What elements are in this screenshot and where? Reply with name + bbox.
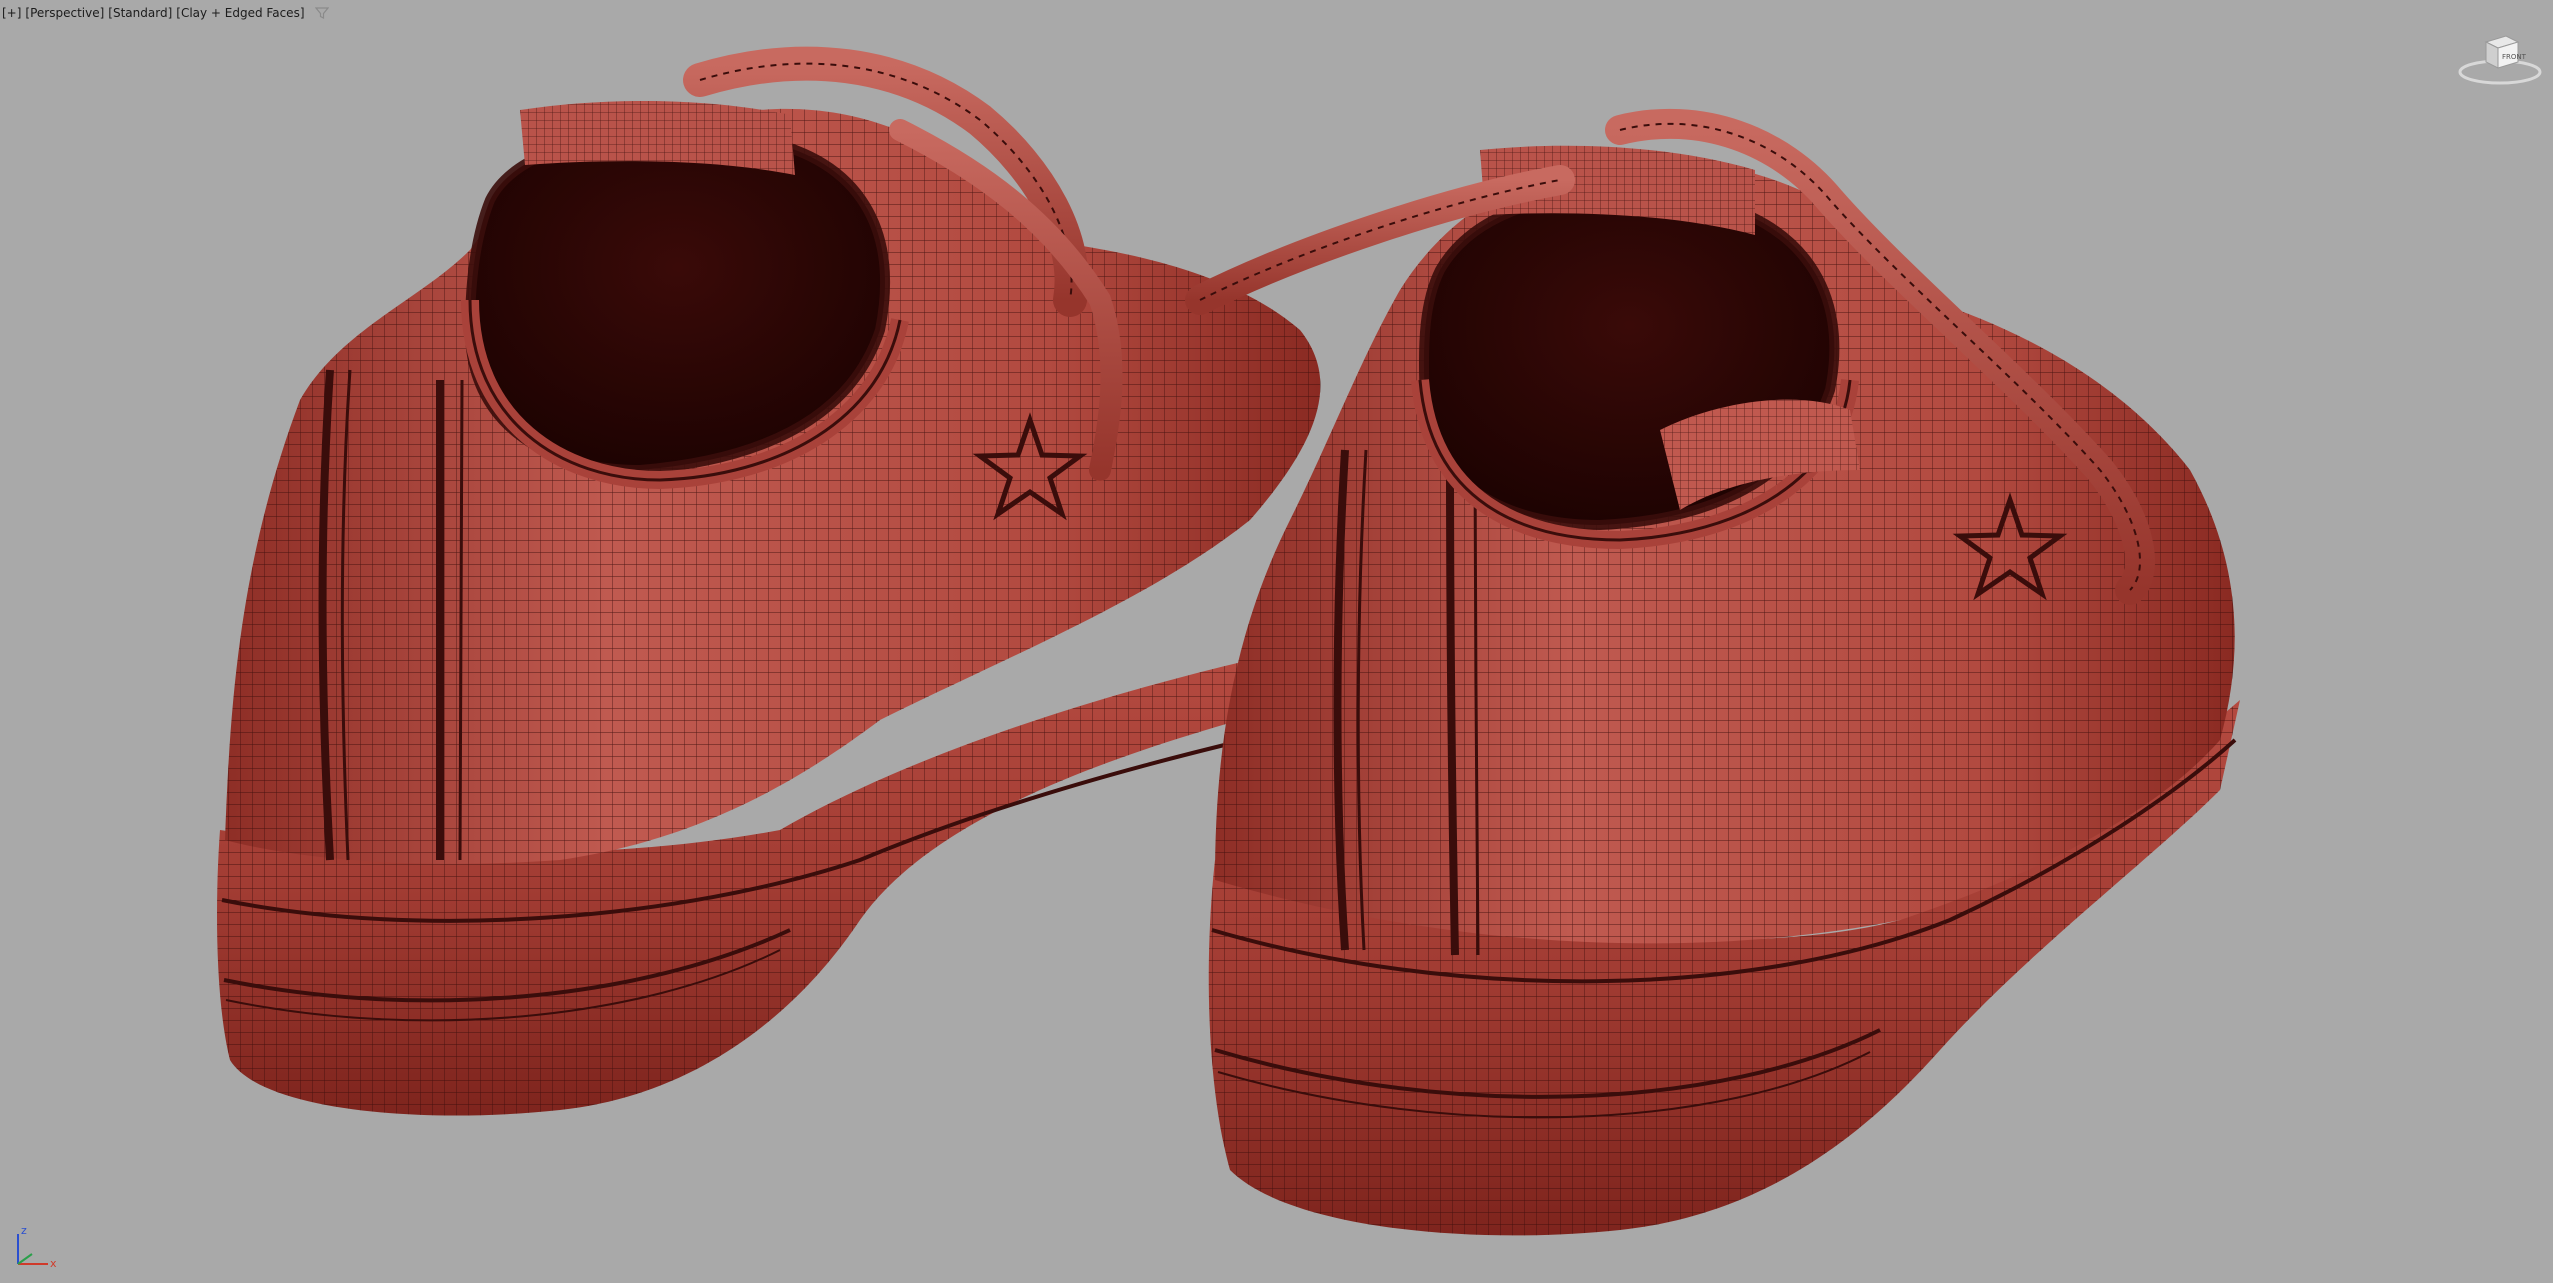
axis-z-label: z [21, 1224, 27, 1237]
perspective-viewport[interactable]: [+] [Perspective] [Standard] [Clay + Edg… [0, 0, 2553, 1283]
viewcube-icon[interactable]: FRONT [2452, 28, 2548, 90]
scene-render[interactable] [0, 0, 2553, 1283]
axis-x-label: x [50, 1257, 57, 1270]
axis-tripod-icon: z x [17, 1224, 57, 1270]
viewcube-face-label: FRONT [2502, 53, 2527, 61]
right-shoe-model[interactable] [1185, 108, 2240, 1236]
left-shoe-model[interactable] [217, 46, 1321, 1116]
